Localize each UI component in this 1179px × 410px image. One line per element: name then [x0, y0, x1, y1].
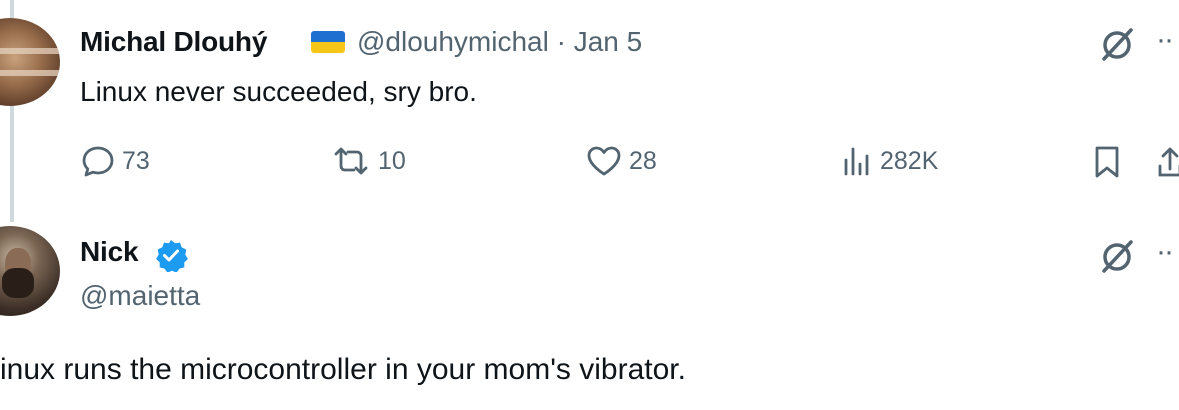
avatar-nick[interactable]	[0, 226, 60, 316]
tweet1-handle[interactable]: @dlouhymichal	[357, 26, 549, 57]
more-options-icon[interactable]: ··	[1156, 23, 1174, 57]
ukraine-flag-icon	[311, 31, 345, 53]
avatar-michal[interactable]	[0, 18, 60, 106]
views-button[interactable]: 282K	[840, 143, 938, 179]
repost-count: 10	[378, 146, 406, 175]
grok-icon[interactable]	[1098, 238, 1136, 281]
repost-icon	[330, 144, 372, 178]
reply-icon	[80, 144, 116, 178]
share-icon[interactable]	[1152, 144, 1179, 185]
tweet1-separator: ·	[556, 26, 566, 57]
tweet1-handle-and-date[interactable]: @dlouhymichal · Jan 5	[357, 26, 642, 58]
verified-badge-icon	[154, 238, 188, 273]
grok-icon[interactable]	[1098, 26, 1136, 69]
like-button[interactable]: 28	[585, 143, 657, 179]
tweet1-display-name[interactable]: Michal Dlouhý	[80, 26, 267, 58]
bookmark-icon[interactable]	[1092, 144, 1122, 185]
tweet2-display-name[interactable]: Nick	[80, 236, 139, 268]
repost-button[interactable]: 10	[330, 143, 406, 179]
tweet2-text: inux runs the microcontroller in your mo…	[0, 353, 686, 386]
reply-button[interactable]: 73	[80, 143, 150, 179]
views-count: 282K	[880, 146, 939, 175]
tweet1-text: Linux never succeeded, sry bro.	[80, 76, 477, 107]
tweet2-handle[interactable]: @maietta	[80, 280, 200, 312]
tweet1-date[interactable]: Jan 5	[574, 26, 643, 57]
more-options-icon[interactable]: ··	[1156, 235, 1174, 269]
like-count: 28	[629, 146, 657, 175]
analytics-icon	[840, 144, 874, 178]
reply-count: 73	[122, 146, 150, 175]
heart-icon	[585, 144, 623, 178]
